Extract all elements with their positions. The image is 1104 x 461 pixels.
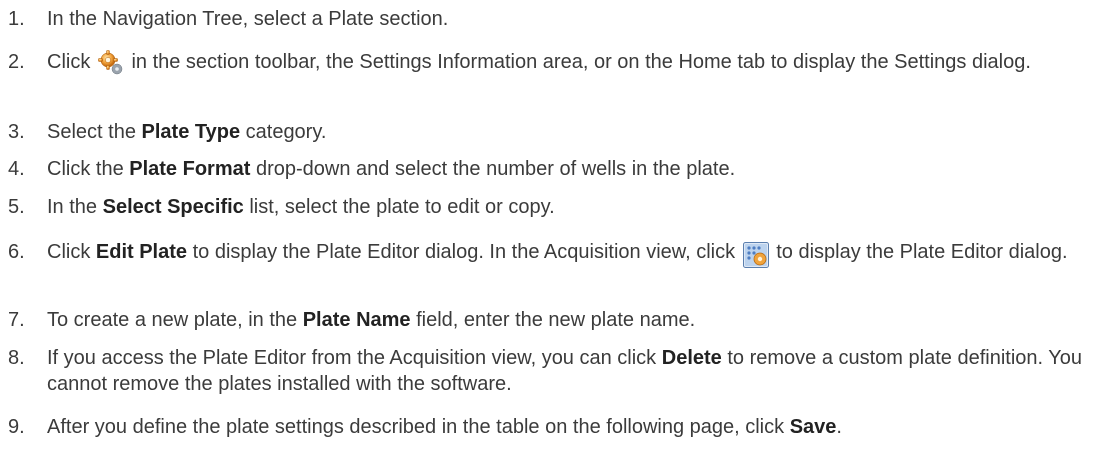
step-8: 8. If you access the Plate Editor from t… <box>0 345 1104 397</box>
plate-editor-icon[interactable] <box>742 242 769 271</box>
step-number: 5. <box>8 196 25 218</box>
step-1: 1. In the Navigation Tree, select a Plat… <box>0 6 1104 32</box>
step-text: In the Select Specific list, select the … <box>47 196 555 218</box>
ui-term: Save <box>789 416 837 438</box>
step-text: Select the Plate Type category. <box>47 121 327 143</box>
step-7: 7. To create a new plate, in the Plate N… <box>0 307 1104 333</box>
step-number: 2. <box>8 51 25 73</box>
step-4: 4. Click the Plate Format drop-down and … <box>0 156 1104 182</box>
step-text: After you define the plate settings desc… <box>47 416 842 438</box>
step-text: Click the Plate Format drop-down and sel… <box>47 158 736 180</box>
step-number: 6. <box>8 241 25 263</box>
ui-term: Plate Type <box>141 121 241 143</box>
settings-gear-icon[interactable] <box>98 50 124 81</box>
ui-term: Plate Format <box>129 158 251 180</box>
step-number: 8. <box>8 347 25 369</box>
step-text: Click in the section toolbar, the Settin… <box>47 49 1104 81</box>
step-5: 5. In the Select Specific list, select t… <box>0 194 1104 220</box>
step-9: 9. After you define the plate settings d… <box>0 414 1104 440</box>
step-6: 6. Click Edit Plate to display the Plate… <box>0 239 1104 271</box>
step-number: 4. <box>8 158 25 180</box>
step-text: In the Navigation Tree, select a Plate s… <box>47 8 449 30</box>
ui-term: Plate Name <box>302 309 411 331</box>
step-text: If you access the Plate Editor from the … <box>47 347 1083 395</box>
step-2: 2. Click in the section toolbar, the Set… <box>0 49 1104 81</box>
ui-term: Delete <box>661 347 722 369</box>
ui-term: Edit Plate <box>95 241 188 263</box>
step-number: 1. <box>8 8 25 30</box>
step-text: Click Edit Plate to display the Plate Ed… <box>47 239 1104 271</box>
step-3: 3. Select the Plate Type category. <box>0 119 1104 145</box>
step-number: 3. <box>8 121 25 143</box>
step-number: 7. <box>8 309 25 331</box>
step-number: 9. <box>8 416 25 438</box>
ui-term: Select Specific <box>102 196 244 218</box>
step-text: To create a new plate, in the Plate Name… <box>47 309 696 331</box>
